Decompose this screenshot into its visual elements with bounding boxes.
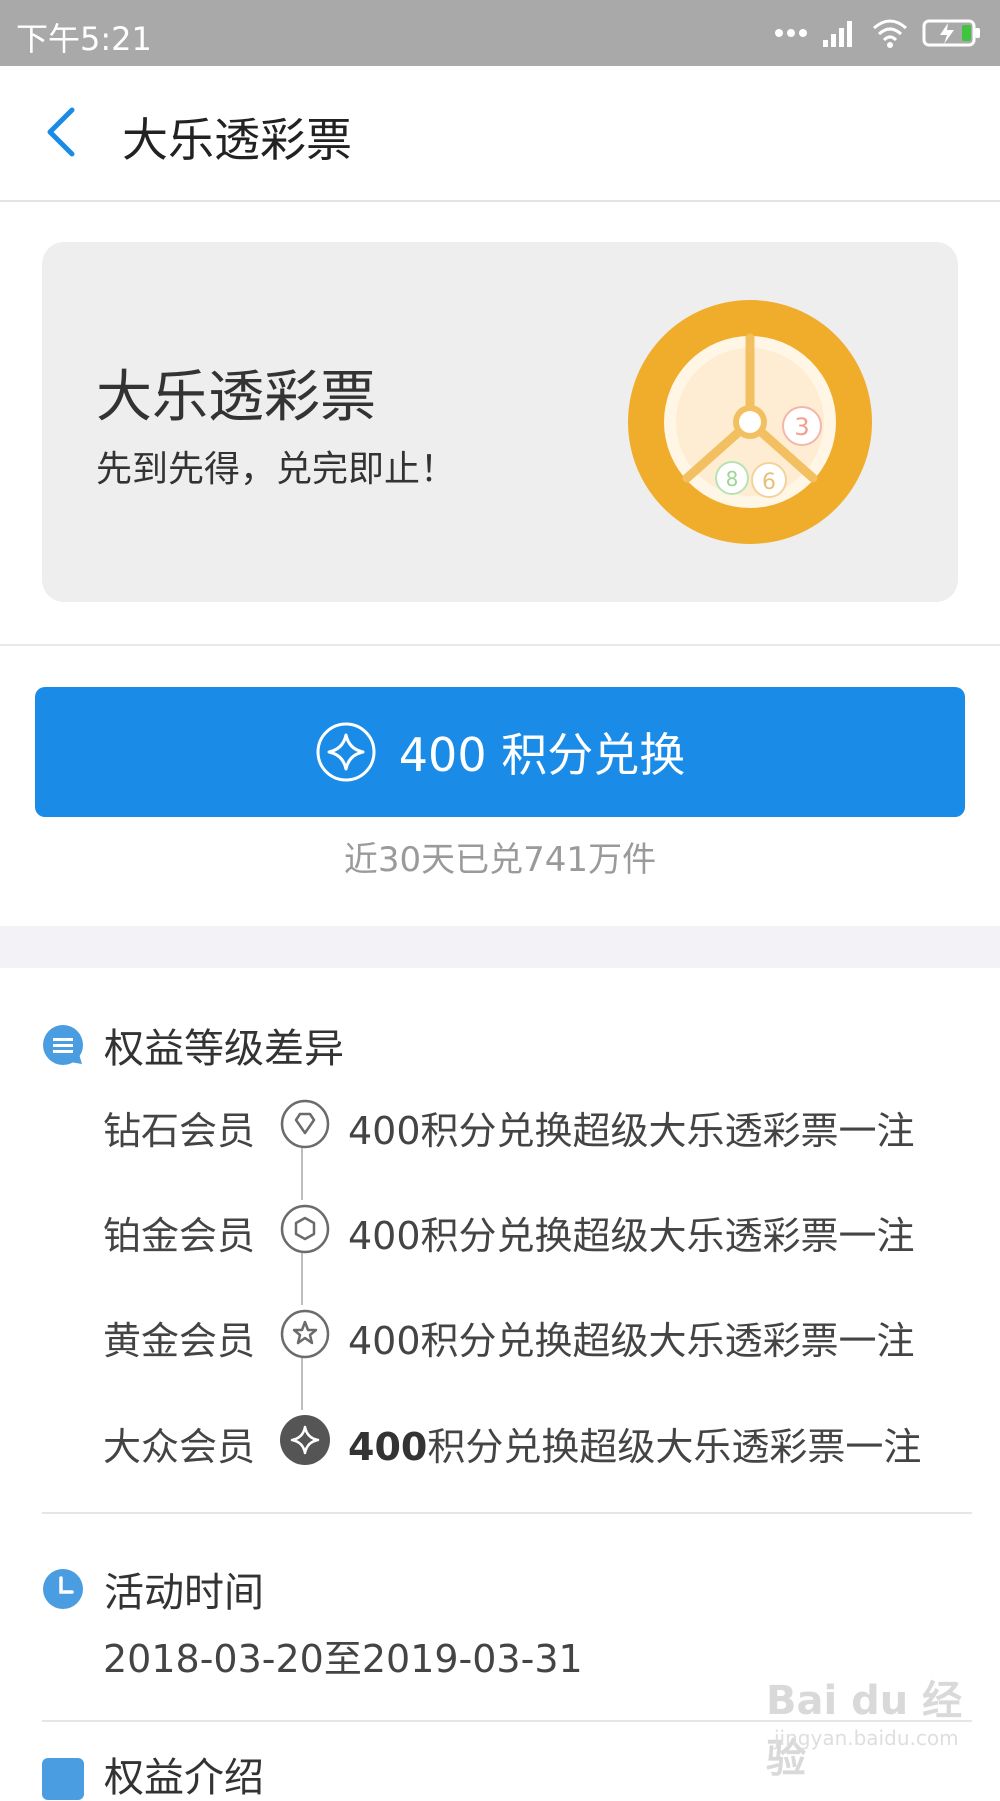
divider bbox=[42, 1512, 972, 1514]
signal-icon bbox=[823, 21, 852, 47]
tier-row-platinum: 铂金会员 400积分兑换超级大乐透彩票一注 bbox=[103, 1199, 963, 1259]
sparkle-icon bbox=[280, 1415, 330, 1465]
status-time: 下午5:21 bbox=[16, 20, 152, 58]
section-title: 权益等级差异 bbox=[104, 1026, 344, 1072]
section-title: 权益介绍 bbox=[104, 1755, 264, 1801]
battery-charging-icon bbox=[922, 19, 980, 47]
section-spacer bbox=[0, 926, 1000, 968]
timeline-connector bbox=[301, 1253, 303, 1305]
divider bbox=[0, 644, 1000, 646]
info-icon bbox=[42, 1758, 84, 1800]
list-bubble-icon bbox=[43, 1025, 83, 1065]
star-icon bbox=[280, 1309, 330, 1359]
tier-points: 400 bbox=[348, 1214, 421, 1258]
tier-description: 积分兑换超级大乐透彩票一注 bbox=[420, 1109, 915, 1153]
clock-icon bbox=[43, 1569, 83, 1609]
chevron-left-icon bbox=[47, 107, 75, 157]
ball-number: 3 bbox=[794, 413, 809, 441]
wifi-icon bbox=[873, 19, 907, 48]
page-title: 大乐透彩票 bbox=[122, 113, 352, 167]
tier-description: 积分兑换超级大乐透彩票一注 bbox=[420, 1214, 915, 1258]
exchange-count-note: 近30天已兑741万件 bbox=[343, 840, 657, 880]
exchange-button-label: 400 积分兑换 bbox=[398, 728, 686, 782]
banner-title: 大乐透彩票 bbox=[96, 365, 376, 430]
tier-points: 400 bbox=[348, 1425, 428, 1469]
more-dots-icon bbox=[775, 29, 807, 37]
tier-points: 400 bbox=[348, 1319, 421, 1363]
baidu-watermark: Bai du 经验 jingyan.baidu.com bbox=[760, 1668, 980, 1782]
watermark-url: jingyan.baidu.com bbox=[774, 1726, 959, 1750]
product-banner: 大乐透彩票 先到先得，兑完即止！ 3 8 6 bbox=[42, 242, 958, 602]
timeline-connector bbox=[301, 1148, 303, 1200]
tier-name: 大众会员 bbox=[103, 1425, 256, 1469]
tier-name: 铂金会员 bbox=[103, 1214, 256, 1258]
sparkle-circle-icon bbox=[316, 722, 376, 782]
points-exchange-button[interactable]: 400 积分兑换 bbox=[35, 687, 965, 817]
activity-time-heading: 活动时间 bbox=[42, 1560, 264, 1618]
timeline-connector bbox=[301, 1358, 303, 1410]
ball-number: 6 bbox=[762, 470, 776, 495]
back-button[interactable] bbox=[40, 104, 84, 160]
status-icons bbox=[774, 16, 982, 50]
benefits-heading: 权益等级差异 bbox=[42, 1016, 344, 1074]
tier-points: 400 bbox=[348, 1109, 421, 1153]
tier-row-diamond: 钻石会员 400积分兑换超级大乐透彩票一注 bbox=[103, 1094, 963, 1154]
tier-description: 积分兑换超级大乐透彩票一注 bbox=[427, 1425, 922, 1469]
status-bar: 下午5:21 bbox=[0, 0, 1000, 66]
ball-number: 8 bbox=[726, 467, 739, 491]
hexagon-icon bbox=[280, 1204, 330, 1254]
benefit-intro-heading: 权益介绍 bbox=[42, 1758, 264, 1800]
tier-name: 黄金会员 bbox=[103, 1319, 256, 1363]
activity-date-range: 2018-03-20至2019-03-31 bbox=[103, 1637, 583, 1681]
tier-row-gold: 黄金会员 400积分兑换超级大乐透彩票一注 bbox=[103, 1304, 963, 1364]
tier-row-standard: 大众会员 400积分兑换超级大乐透彩票一注 bbox=[103, 1410, 963, 1470]
banner-subtitle: 先到先得，兑完即止！ bbox=[96, 449, 457, 490]
lottery-wheel-illustration: 3 8 6 bbox=[628, 300, 872, 544]
tier-name: 钻石会员 bbox=[103, 1109, 256, 1153]
section-title: 活动时间 bbox=[104, 1570, 264, 1616]
tier-description: 积分兑换超级大乐透彩票一注 bbox=[420, 1319, 915, 1363]
diamond-icon bbox=[280, 1099, 330, 1149]
nav-bar: 大乐透彩票 bbox=[0, 66, 1000, 202]
